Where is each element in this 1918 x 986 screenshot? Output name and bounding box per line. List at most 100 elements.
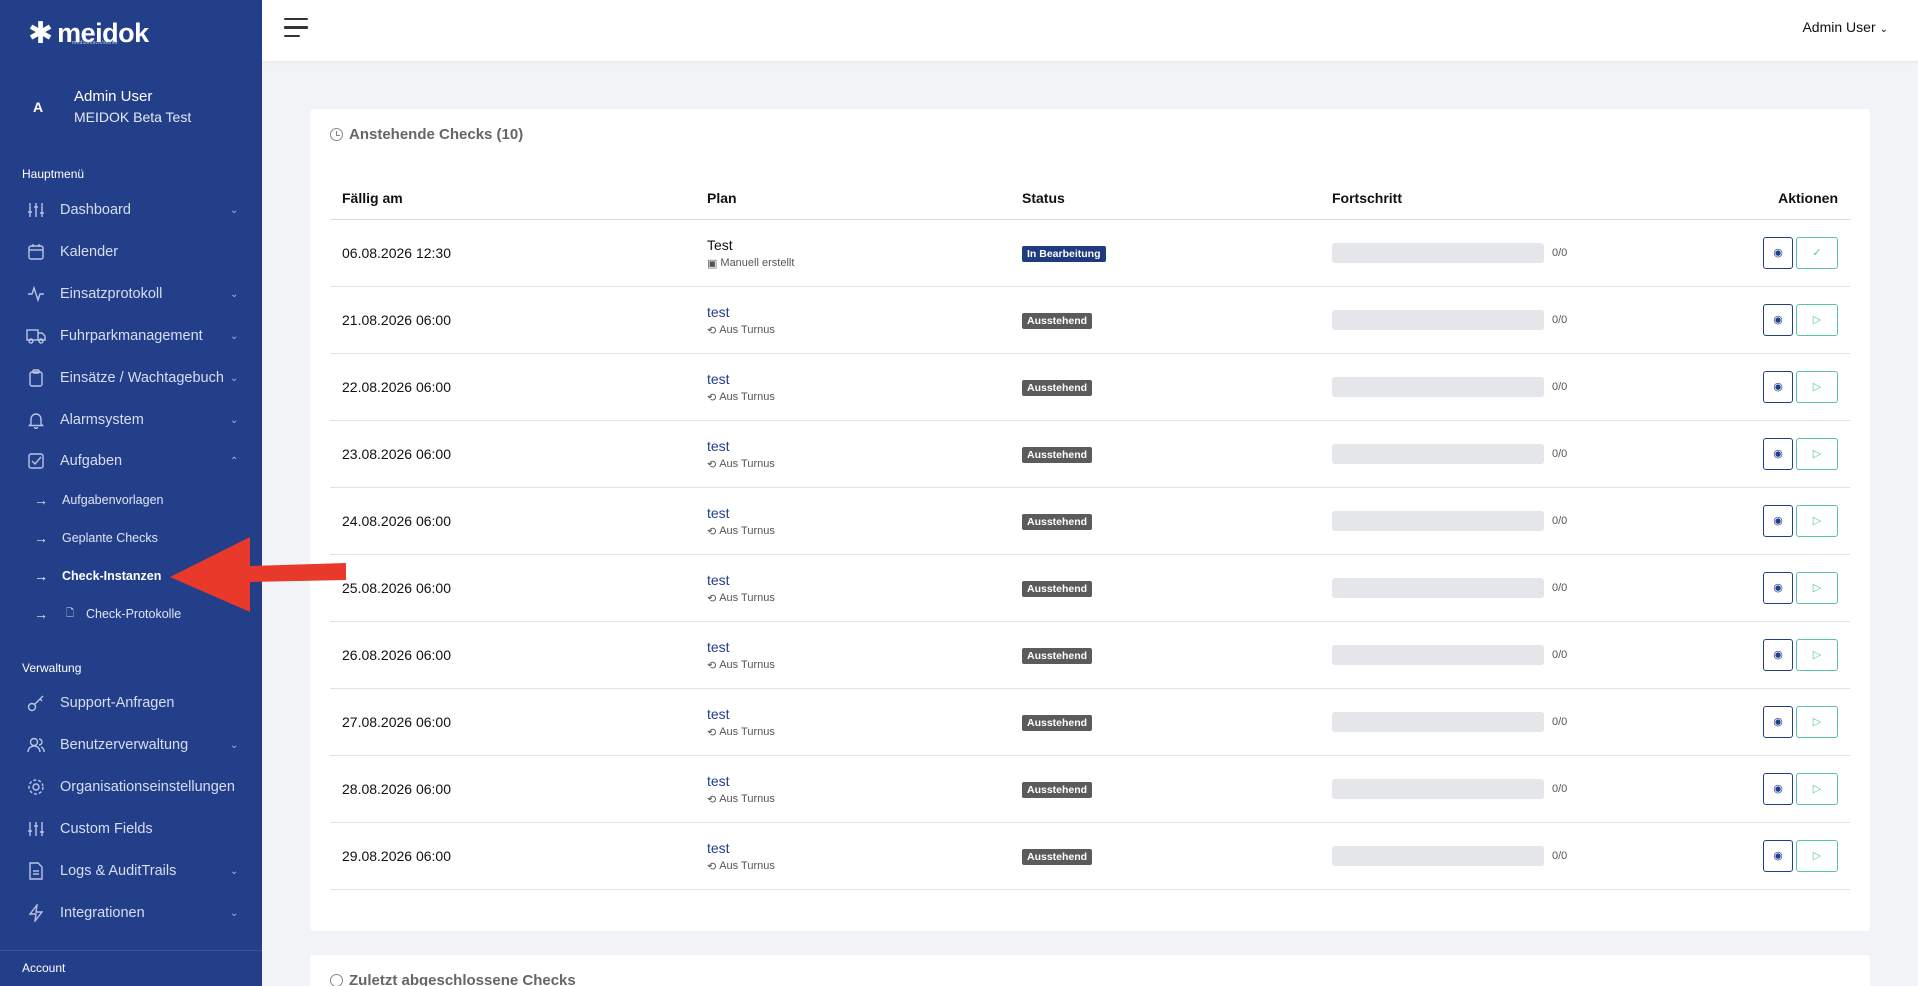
- status-badge: Ausstehend: [1022, 446, 1093, 463]
- plan-link[interactable]: test: [707, 303, 1010, 321]
- start-button[interactable]: ▷: [1796, 638, 1838, 671]
- plan-link[interactable]: test: [707, 437, 1010, 455]
- play-icon: ▷: [1812, 782, 1822, 795]
- progress: 0/0: [1332, 644, 1650, 665]
- sidebar-item-kalender[interactable]: Kalender: [0, 232, 262, 272]
- truck-icon: [26, 326, 46, 346]
- status-badge: Ausstehend: [1022, 580, 1093, 597]
- chevron-down-icon: ⌄: [230, 414, 239, 426]
- table-row[interactable]: 29.08.2026 06:00 test ⟲ Aus Turnus Ausstehen…: [330, 822, 1850, 890]
- table-row[interactable]: 24.08.2026 06:00 test ⟲ Aus Turnus Ausstehen…: [330, 487, 1850, 555]
- eye-icon: ◉: [1773, 715, 1783, 728]
- chevron-down-icon: ⌄: [1879, 24, 1888, 35]
- clock-icon: [330, 128, 343, 141]
- chevron-down-icon: ⌄: [230, 288, 239, 300]
- sidebar-item-einsätze-wachtagebuch[interactable]: Einsätze / Wachtagebuch ⌄: [0, 358, 262, 398]
- sidebar-item-logs-audittrails[interactable]: Logs & AuditTrails ⌄: [0, 851, 262, 891]
- column-status[interactable]: Status: [1010, 177, 1320, 220]
- view-button[interactable]: ◉: [1763, 772, 1793, 805]
- repeat-icon: ⟲: [707, 592, 717, 605]
- complete-button[interactable]: ✓: [1796, 236, 1838, 269]
- view-button[interactable]: ◉: [1763, 504, 1793, 537]
- sidebar-item-einsatzprotokoll[interactable]: Einsatzprotokoll ⌄: [0, 274, 262, 314]
- start-button[interactable]: ▷: [1796, 571, 1838, 604]
- start-button[interactable]: ▷: [1796, 705, 1838, 738]
- progress-count: 0/0: [1552, 514, 1568, 527]
- plan-source-text: Aus Turnus: [719, 659, 775, 671]
- plan-source-text: Aus Turnus: [719, 324, 775, 336]
- view-button[interactable]: ◉: [1763, 370, 1793, 403]
- sidebar-item-support-anfragen[interactable]: Support-Anfragen: [0, 683, 262, 723]
- plan-link[interactable]: test: [707, 638, 1010, 656]
- plan-source-text: Aus Turnus: [719, 458, 775, 470]
- start-button[interactable]: ▷: [1796, 839, 1838, 872]
- table-row[interactable]: 27.08.2026 06:00 test ⟲ Aus Turnus Ausstehen…: [330, 688, 1850, 756]
- status-badge: Ausstehend: [1022, 513, 1093, 530]
- table-row[interactable]: 25.08.2026 06:00 test ⟲ Aus Turnus Ausstehen…: [330, 554, 1850, 622]
- plan-source: ⟲ Aus Turnus: [707, 659, 1010, 672]
- start-button[interactable]: ▷: [1796, 303, 1838, 336]
- play-icon: ▷: [1812, 648, 1822, 661]
- chevron-up-icon: ⌃: [230, 455, 239, 467]
- sidebar-subitem-check-protokolle[interactable]: → 🗋 Check-Protokolle: [0, 599, 262, 629]
- column-due[interactable]: Fällig am: [330, 177, 695, 220]
- plan-link[interactable]: test: [707, 772, 1010, 790]
- status-badge: Ausstehend: [1022, 781, 1093, 798]
- plan-link[interactable]: test: [707, 839, 1010, 857]
- zap-icon: [26, 903, 46, 923]
- sidebar-subitem-aufgabenvorlagen[interactable]: → Aufgabenvorlagen: [0, 485, 262, 515]
- sidebar-subitem-label: Check-Protokolle: [86, 607, 182, 621]
- user-menu[interactable]: Admin User ⌄: [1802, 19, 1888, 35]
- sidebar-item-aufgaben[interactable]: Aufgaben ⌃: [0, 441, 262, 481]
- sidebar-item-alarmsystem[interactable]: Alarmsystem ⌄: [0, 400, 262, 440]
- sidebar-item-label: Dashboard: [60, 202, 131, 218]
- table-row[interactable]: 21.08.2026 06:00 test ⟲ Aus Turnus Ausstehen…: [330, 286, 1850, 354]
- view-button[interactable]: ◉: [1763, 705, 1793, 738]
- due-date: 25.08.2026 06:00: [342, 579, 451, 596]
- plan-link[interactable]: test: [707, 370, 1010, 388]
- view-button[interactable]: ◉: [1763, 638, 1793, 671]
- column-progress[interactable]: Fortschritt: [1320, 177, 1650, 220]
- start-button[interactable]: ▷: [1796, 504, 1838, 537]
- table-header-row: Fällig am Plan Status Fortschritt Aktion…: [330, 177, 1850, 220]
- view-button[interactable]: ◉: [1763, 839, 1793, 872]
- avatar: A: [32, 99, 44, 115]
- start-button[interactable]: ▷: [1796, 772, 1838, 805]
- plan-source: ▣ Manuell erstellt: [707, 257, 1010, 270]
- sidebar-subitem-geplante-checks[interactable]: → Geplante Checks: [0, 523, 262, 553]
- view-button[interactable]: ◉: [1763, 236, 1793, 269]
- plan-link[interactable]: test: [707, 705, 1010, 723]
- sidebar-item-fuhrparkmanagement[interactable]: Fuhrparkmanagement ⌄: [0, 316, 262, 356]
- star-of-life-icon: ✱: [28, 16, 54, 50]
- table-row[interactable]: 22.08.2026 06:00 test ⟲ Aus Turnus Ausstehen…: [330, 353, 1850, 421]
- progress-count: 0/0: [1552, 246, 1568, 259]
- due-date: 26.08.2026 06:00: [342, 646, 451, 663]
- plan-link[interactable]: test: [707, 571, 1010, 589]
- repeat-icon: ⟲: [707, 391, 717, 404]
- view-button[interactable]: ◉: [1763, 437, 1793, 470]
- file-text-icon: [26, 861, 46, 881]
- table-row[interactable]: 28.08.2026 06:00 test ⟲ Aus Turnus Ausstehen…: [330, 755, 1850, 823]
- table-row[interactable]: 26.08.2026 06:00 test ⟲ Aus Turnus Ausstehen…: [330, 621, 1850, 689]
- sidebar-item-dashboard[interactable]: Dashboard ⌄: [0, 190, 262, 230]
- sidebar-item-custom-fields[interactable]: Custom Fields: [0, 809, 262, 849]
- account-label[interactable]: Account: [22, 961, 65, 975]
- progress-bar: [1332, 242, 1544, 263]
- menu-toggle-icon[interactable]: [284, 18, 308, 38]
- sidebar-item-benutzerverwaltung[interactable]: Benutzerverwaltung ⌄: [0, 725, 262, 765]
- start-button[interactable]: ▷: [1796, 437, 1838, 470]
- view-button[interactable]: ◉: [1763, 571, 1793, 604]
- eye-icon: ◉: [1773, 380, 1783, 393]
- plan-link[interactable]: test: [707, 504, 1010, 522]
- column-plan[interactable]: Plan: [695, 177, 1010, 220]
- start-button[interactable]: ▷: [1796, 370, 1838, 403]
- view-button[interactable]: ◉: [1763, 303, 1793, 336]
- user-box[interactable]: A Admin User MEIDOK Beta Test: [22, 86, 191, 128]
- table-row[interactable]: 06.08.2026 12:30 Test ▣ Manuell erstellt In …: [330, 219, 1850, 287]
- table-row[interactable]: 23.08.2026 06:00 test ⟲ Aus Turnus Ausstehen…: [330, 420, 1850, 488]
- sidebar-subitem-check-instanzen[interactable]: → Check-Instanzen: [0, 561, 262, 591]
- sidebar-item-integrationen[interactable]: Integrationen ⌄: [0, 893, 262, 933]
- progress-bar: [1332, 778, 1544, 799]
- sidebar-item-organisationseinstellungen[interactable]: Organisationseinstellungen: [0, 767, 262, 807]
- progress-bar: [1332, 510, 1544, 531]
